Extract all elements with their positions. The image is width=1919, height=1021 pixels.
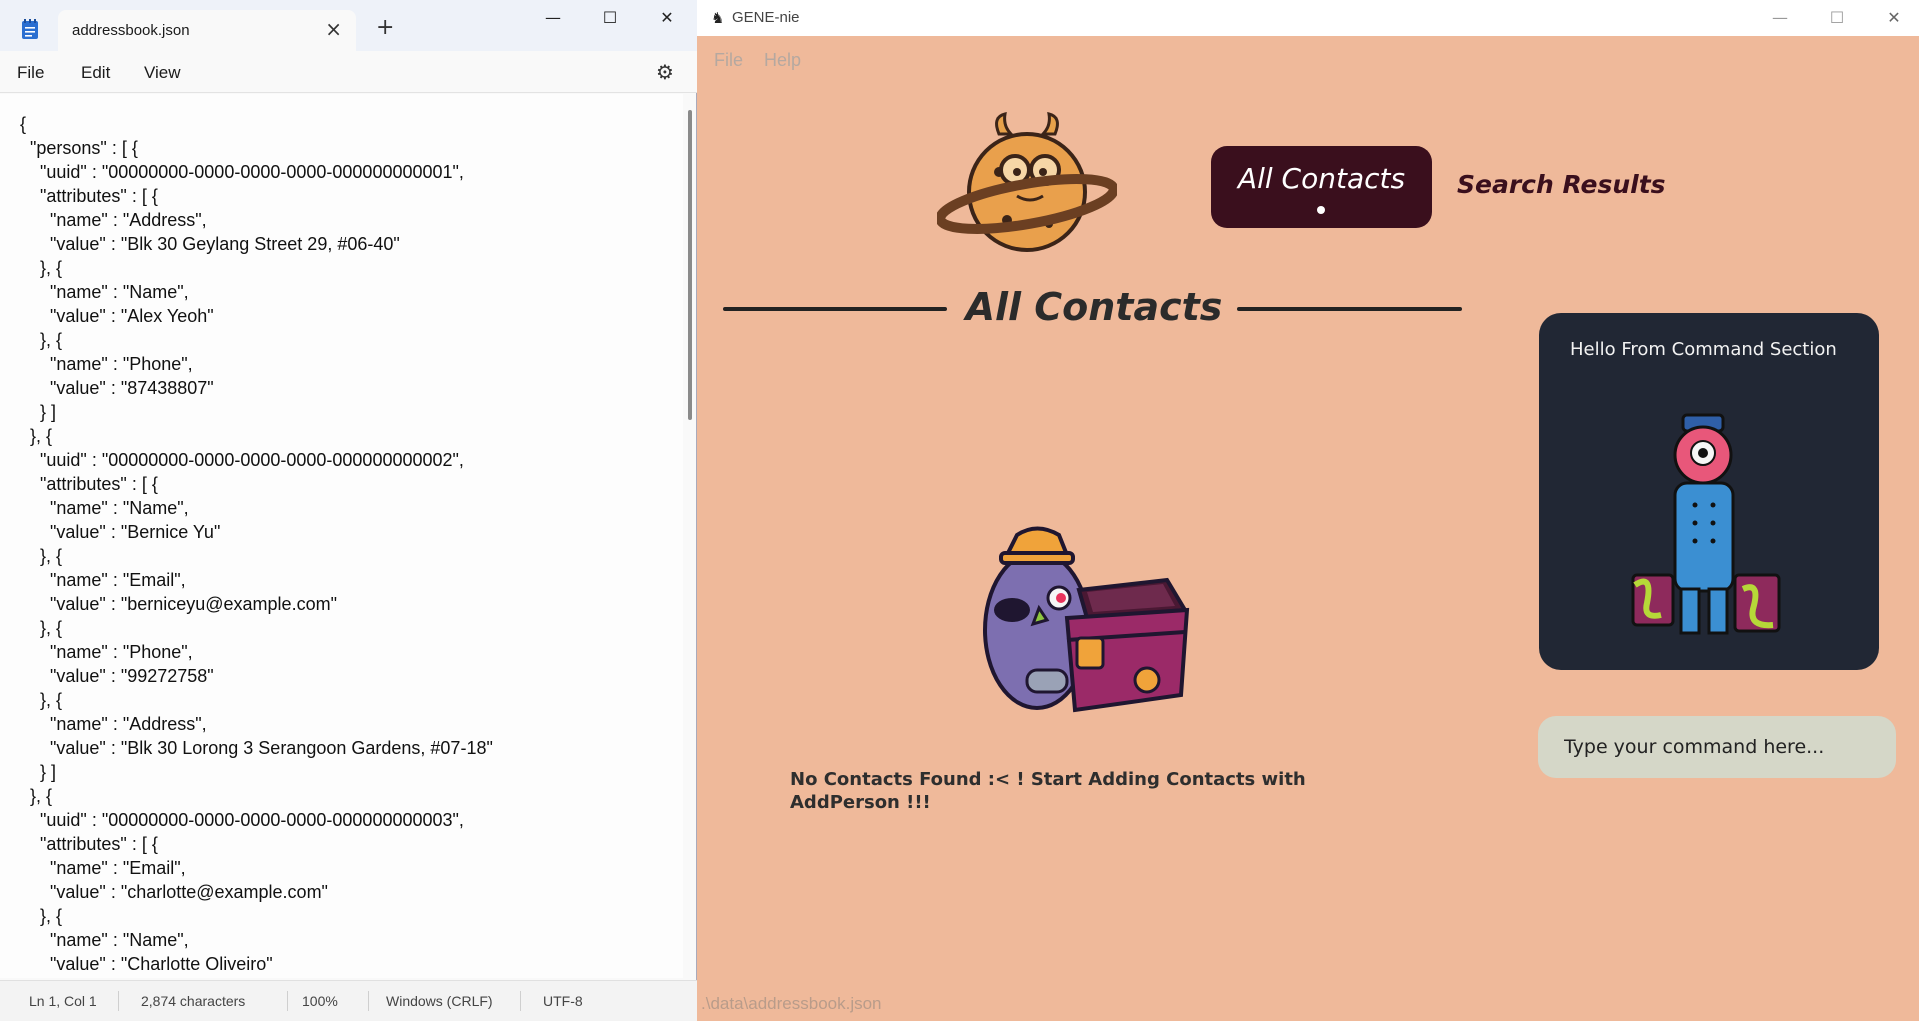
maximize-button[interactable]: ☐ xyxy=(587,5,633,31)
window-title: GENE-nie xyxy=(732,9,800,26)
status-divider xyxy=(118,991,119,1011)
section-divider-left xyxy=(723,307,947,311)
empty-state-message: No Contacts Found :< ! Start Adding Cont… xyxy=(790,769,1306,813)
notepad-app-icon xyxy=(22,19,38,39)
command-input[interactable] xyxy=(1538,716,1896,778)
status-divider xyxy=(520,991,521,1011)
settings-gear-icon[interactable]: ⚙ xyxy=(656,60,674,84)
command-section-panel: Hello From Command Section xyxy=(1539,313,1879,670)
character-count: 2,874 characters xyxy=(141,993,246,1009)
tab-title: addressbook.json xyxy=(72,22,190,39)
tab-addressbook[interactable]: addressbook.json × xyxy=(58,10,356,52)
encoding: UTF-8 xyxy=(543,993,583,1009)
minimize-button[interactable]: — xyxy=(530,5,576,31)
notepad-titlebar: addressbook.json × + — ☐ ✕ xyxy=(0,0,697,52)
command-greeting: Hello From Command Section xyxy=(1570,339,1837,360)
editor-content[interactable]: { "persons" : [ { "uuid" : "00000000-000… xyxy=(20,112,493,976)
minimize-button[interactable]: — xyxy=(1757,5,1803,31)
vertical-scrollbar[interactable] xyxy=(688,110,692,420)
pirate-treasure-illustration xyxy=(983,526,1190,713)
gene-nie-window: ♞ GENE-nie — ☐ ✕ File Help All Contacts … xyxy=(697,0,1919,1021)
all-contacts-label: All Contacts xyxy=(1237,162,1406,195)
menu-edit[interactable]: Edit xyxy=(81,63,110,83)
maximize-button[interactable]: ☐ xyxy=(1814,5,1860,31)
menu-help[interactable]: Help xyxy=(764,50,801,71)
section-divider-right xyxy=(1237,307,1462,311)
bellhop-monster-illustration xyxy=(1631,413,1781,635)
new-tab-icon[interactable]: + xyxy=(376,17,394,39)
tab-close-icon[interactable]: × xyxy=(325,19,342,39)
menu-file[interactable]: File xyxy=(714,50,743,71)
menu-view[interactable]: View xyxy=(144,63,181,83)
zoom-level: 100% xyxy=(302,993,338,1009)
status-divider xyxy=(368,991,369,1011)
close-button[interactable]: ✕ xyxy=(1871,5,1917,31)
notepad-statusbar: Ln 1, Col 1 2,874 characters 100% Window… xyxy=(0,980,697,1021)
text-editor[interactable]: { "persons" : [ { "uuid" : "00000000-000… xyxy=(0,94,683,978)
notepad-menubar: File Edit View ⚙ xyxy=(0,51,697,93)
close-button[interactable]: ✕ xyxy=(644,5,690,31)
menu-file[interactable]: File xyxy=(17,63,44,83)
line-ending: Windows (CRLF) xyxy=(386,993,493,1009)
search-results-tab-button[interactable]: Search Results xyxy=(1457,170,1666,199)
active-indicator-dot xyxy=(1317,206,1325,214)
gene-titlebar: ♞ GENE-nie — ☐ ✕ xyxy=(697,0,1919,36)
data-file-path: .\data\addressbook.json xyxy=(701,994,882,1013)
all-contacts-tab-button[interactable]: All Contacts xyxy=(1211,146,1432,228)
planet-monster-logo xyxy=(937,112,1117,252)
cursor-position: Ln 1, Col 1 xyxy=(29,993,97,1009)
status-divider xyxy=(287,991,288,1011)
notepad-window: addressbook.json × + — ☐ ✕ File Edit Vie… xyxy=(0,0,697,1021)
gene-app-icon: ♞ xyxy=(711,9,725,27)
section-title: All Contacts xyxy=(965,285,1223,329)
